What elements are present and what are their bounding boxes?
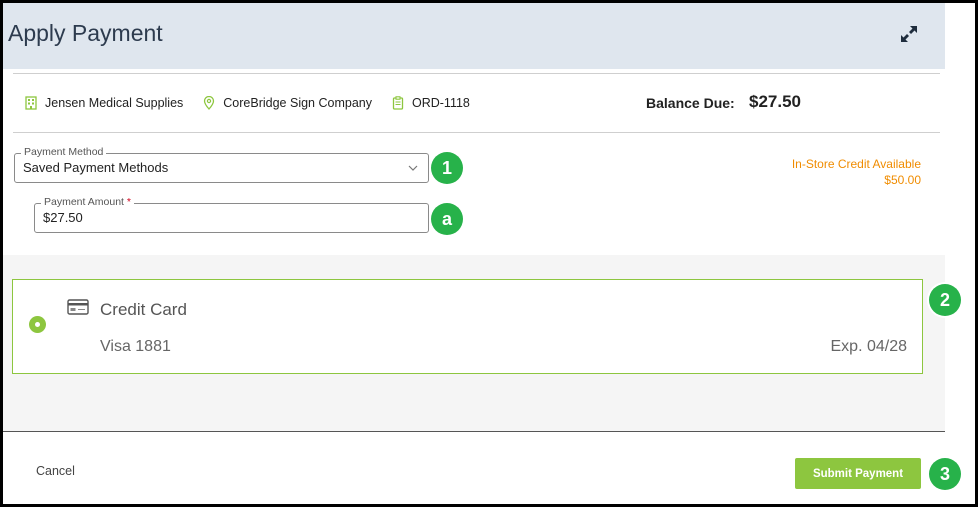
dialog-header: Apply Payment [3,3,945,69]
card-expiry: Exp. 04/28 [830,338,908,355]
order-info: ORD-1118 [392,96,470,110]
card-type-title: Credit Card [100,300,187,319]
callout-badge-a: a [431,203,463,235]
order-number: ORD-1118 [411,96,470,110]
divider [13,132,940,133]
card-number: Visa 1881 [100,338,171,355]
page-title: Apply Payment [8,20,163,46]
customer-name: Jensen Medical Supplies [45,96,184,110]
clipboard-icon [392,96,404,110]
payment-method-label: Payment Method [21,146,107,158]
company-name: CoreBridge Sign Company [223,96,372,110]
customer-info: Jensen Medical Supplies [25,96,183,110]
divider [13,73,940,74]
footer-divider [3,431,945,432]
in-store-credit-amount: $50.00 [884,173,921,187]
payment-method-value: Saved Payment Methods [23,160,169,175]
payment-amount-value: $27.50 [43,210,83,225]
payment-amount-label-text: Payment Amount [44,196,124,208]
payment-amount-label: Payment Amount * [41,196,134,208]
saved-credit-card-option[interactable]: Credit Card Visa 1881 Exp. 04/28 [12,279,923,374]
balance-due-value: $27.50 [749,92,801,111]
balance-due-label: Balance Due: [646,95,735,111]
location-pin-icon [204,96,215,110]
company-info: CoreBridge Sign Company [203,96,372,110]
cancel-button[interactable]: Cancel [36,464,75,478]
dialog-frame: Apply Payment Jensen Medical Supplies Co… [0,0,978,507]
building-icon [25,96,37,110]
in-store-credit-label: In-Store Credit Available [791,157,921,171]
payment-method-select[interactable]: Payment Method Saved Payment Methods [14,146,429,183]
callout-badge-3: 3 [929,458,961,490]
callout-badge-1: 1 [431,152,463,184]
submit-payment-button[interactable]: Submit Payment [795,458,921,489]
callout-badge-2: 2 [929,284,961,316]
credit-card-icon [67,299,89,315]
card-radio-selected[interactable] [29,316,46,333]
required-mark: * [126,196,131,208]
expand-icon[interactable] [899,24,919,44]
payment-amount-field[interactable]: Payment Amount * $27.50 [34,196,429,233]
in-store-credit: In-Store Credit Available $50.00 [792,156,921,188]
chevron-down-icon [408,165,418,171]
order-info-row: Jensen Medical Supplies CoreBridge Sign … [25,93,490,113]
